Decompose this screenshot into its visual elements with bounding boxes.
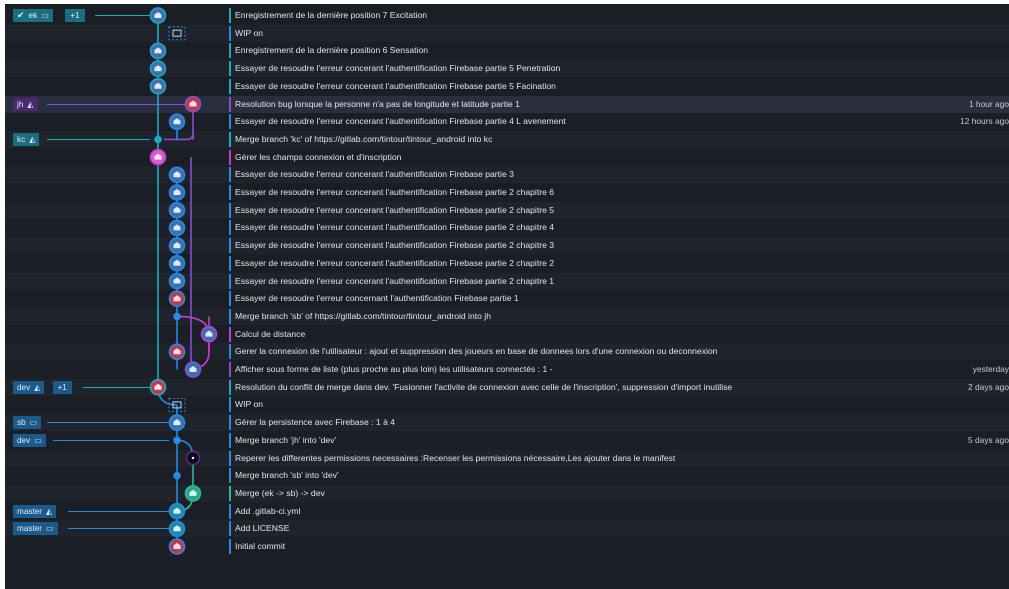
branch-color-marker bbox=[229, 521, 231, 537]
commit-time: 12 hours ago bbox=[960, 116, 1009, 127]
branch-color-marker bbox=[229, 326, 231, 342]
commit-dot bbox=[173, 471, 181, 480]
branch-color-marker bbox=[229, 61, 231, 77]
branch-color-marker bbox=[229, 220, 231, 236]
commit-message: Essayer de resoudre l'erreur concerant l… bbox=[235, 80, 556, 91]
branch-color-marker bbox=[229, 185, 231, 200]
commit-message: Merge branch 'sb' of https://gitlab.com/… bbox=[235, 310, 491, 321]
commit-graph-panel: ✔ ek ▭ +1 Enregistrement de la dernière posi… bbox=[5, 4, 1009, 589]
commit-message: Essayer de resoudre l'erreur concerant l… bbox=[235, 275, 555, 286]
branch-color-marker bbox=[229, 43, 231, 59]
branch-color-marker bbox=[229, 78, 231, 94]
branch-color-marker bbox=[229, 485, 231, 501]
commit-message: Enregistrement de la dernière position 6… bbox=[235, 45, 428, 56]
commit-message: Resolution bug lorsque la personne n'a p… bbox=[235, 98, 520, 109]
branch-color-marker bbox=[229, 379, 231, 395]
commit-message: Initial commit bbox=[235, 541, 286, 551]
commit-message: Add LICENSE bbox=[235, 523, 290, 534]
commit-time: 1 hour ago bbox=[968, 98, 1009, 109]
commit-message: Essayer de resoudre l'erreur concerant l… bbox=[235, 257, 555, 268]
branch-color-marker bbox=[229, 25, 231, 41]
commit-message: Afficher sous forme de liste (plus proch… bbox=[235, 364, 553, 374]
branch-color-marker bbox=[229, 503, 231, 519]
commit-message: WIP on bbox=[235, 399, 264, 410]
wip-icon bbox=[172, 29, 182, 37]
commit-message: Merge (ek -> sb) -> dev bbox=[235, 487, 325, 498]
commit-message: Essayer de resoudre l'erreur concernant … bbox=[235, 293, 519, 304]
commit-message: Essayer de resoudre l'erreur concerant l… bbox=[235, 222, 555, 233]
commit-message: Merge branch 'jh' into 'dev' bbox=[235, 434, 337, 445]
commit-dark-center bbox=[191, 456, 195, 460]
commit-message: Calcul de distance bbox=[235, 328, 306, 339]
commit-message: Add .gitlab-ci.yml bbox=[235, 505, 301, 516]
commit-time: yesterday bbox=[972, 364, 1009, 374]
branch-color-marker bbox=[229, 415, 231, 431]
branch-color-marker bbox=[229, 114, 231, 130]
branch-color-marker bbox=[229, 273, 231, 289]
branch-color-marker bbox=[229, 238, 231, 254]
branch-color-marker bbox=[229, 450, 231, 466]
commit-dot bbox=[173, 312, 181, 321]
commit-message: Essayer de resoudre l'erreur concerant l… bbox=[235, 204, 555, 215]
wip-box bbox=[168, 26, 186, 41]
commit-message: Essayer de resoudre l'erreur concerant l… bbox=[235, 63, 561, 74]
commit-message: Gerer la connexion de l'utilisateur : aj… bbox=[235, 346, 718, 357]
branch-color-marker bbox=[229, 308, 231, 324]
branch-color-marker bbox=[229, 131, 231, 147]
branch-color-marker bbox=[229, 432, 231, 448]
commit-message: Reperer les differentes permissions nece… bbox=[235, 452, 676, 463]
commit-message: Merge branch 'sb' into 'dev' bbox=[235, 470, 339, 481]
branch-color-marker bbox=[229, 149, 231, 165]
commit-message: Gérer la persistence avec Firebase : 1 à… bbox=[235, 417, 396, 428]
commit-message: Merge branch 'kc' of https://gitlab.com/… bbox=[235, 133, 493, 144]
branch-color-marker bbox=[229, 202, 231, 218]
branch-color-marker bbox=[229, 539, 231, 554]
branch-color-marker bbox=[229, 291, 231, 307]
branch-color-marker bbox=[229, 344, 231, 360]
branch-color-marker bbox=[229, 167, 231, 183]
branch-color-marker bbox=[229, 255, 231, 271]
commit-dot bbox=[154, 135, 162, 144]
commit-time: 5 days ago bbox=[968, 434, 1009, 445]
branch-color-marker bbox=[229, 8, 231, 23]
branch-graph bbox=[149, 7, 218, 555]
branch-color-marker bbox=[229, 362, 231, 377]
commit-message: Essayer de resoudre l'erreur concerant l… bbox=[235, 116, 566, 127]
branch-color-marker bbox=[229, 468, 231, 484]
commit-dot bbox=[173, 436, 181, 445]
branch-color-marker bbox=[229, 397, 231, 413]
branch-color-marker bbox=[229, 96, 231, 112]
commit-message: Enregistrement de la dernière position 7… bbox=[235, 10, 428, 20]
commit-message: WIP on bbox=[235, 27, 264, 38]
branch-curve-purple bbox=[164, 133, 194, 141]
commit-message: Resolution du conflit de merge dans dev.… bbox=[235, 381, 733, 392]
commit-message: Essayer de resoudre l'erreur concerant l… bbox=[235, 187, 555, 197]
commit-message: Gérer les champs connexion et d'inscript… bbox=[235, 151, 402, 162]
commit-time: 2 days ago bbox=[968, 381, 1009, 392]
commit-message: Essayer de resoudre l'erreur concerant l… bbox=[235, 240, 555, 251]
commit-message: Essayer de resoudre l'erreur concerant l… bbox=[235, 169, 514, 180]
